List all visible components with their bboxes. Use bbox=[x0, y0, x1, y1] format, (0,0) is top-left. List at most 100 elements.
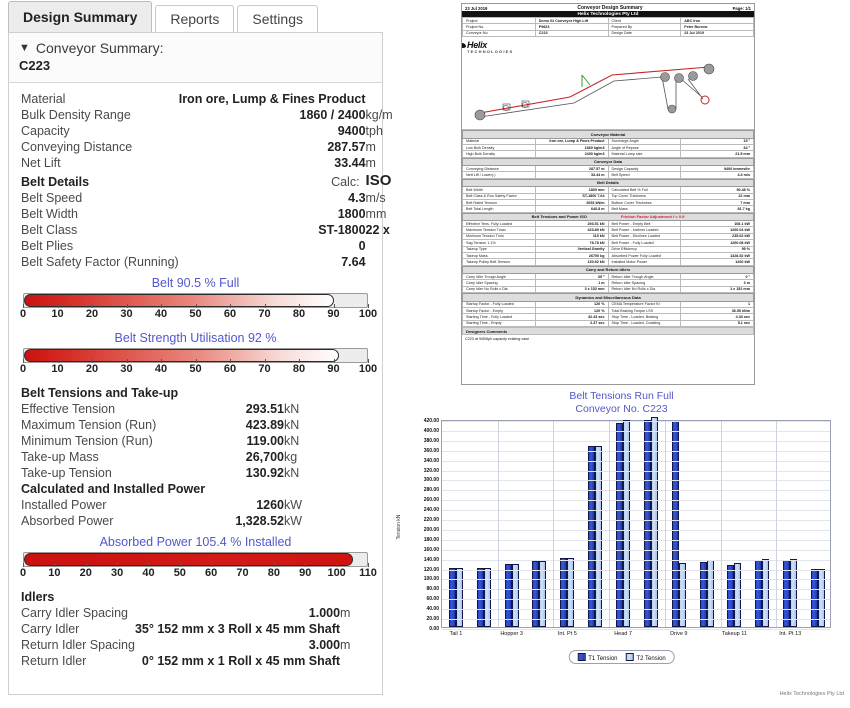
chart-bar-t2[interactable] bbox=[455, 567, 463, 627]
legend-item-t2[interactable]: T2 Tension bbox=[625, 652, 666, 662]
table-row: Belt Plies 0 bbox=[21, 238, 426, 254]
row-label: Bulk Density Range bbox=[21, 108, 131, 122]
chevron-down-icon[interactable]: ▼ bbox=[19, 42, 30, 54]
table-row: Idlers bbox=[21, 589, 370, 605]
table-row: Absorbed Power 1,328.52 kW bbox=[21, 513, 370, 529]
row-value: 423.89 bbox=[245, 418, 284, 432]
chart-y-tick-label: 360.00 bbox=[423, 447, 439, 454]
gauge-tick-label: 40 bbox=[142, 567, 155, 579]
tab-strip: Design Summary Reports Settings bbox=[8, 0, 321, 33]
tab-settings[interactable]: Settings bbox=[237, 5, 318, 33]
gauge-tick-label: 90 bbox=[327, 363, 340, 375]
section-title: Belt Tensions and Power ISO Friction Fact… bbox=[462, 212, 754, 222]
table-row: Takeup Pulley Belt Tension 130.92 kN Insta… bbox=[462, 258, 754, 266]
chart-bar-t1[interactable] bbox=[616, 422, 624, 627]
chart-bar-t2[interactable] bbox=[483, 567, 491, 627]
gauge-tick-label: 40 bbox=[154, 308, 168, 320]
chart-bar-t1[interactable] bbox=[671, 421, 679, 627]
row-value: 0° 152 mm x 1 Roll x 45 mm Shaft bbox=[141, 654, 341, 668]
row-key: Return Idler No Rolls x Dia bbox=[607, 285, 682, 294]
panel-header[interactable]: ▼ Conveyor Summary: C223 bbox=[9, 33, 382, 83]
row-value: 3.000 bbox=[308, 638, 341, 652]
chart-y-tick-label: 400.00 bbox=[423, 427, 439, 434]
chart-bar-t1[interactable] bbox=[504, 563, 512, 627]
row-unit: m bbox=[340, 606, 351, 620]
chart-gridline bbox=[442, 421, 830, 422]
table-row: Belt Safety Factor (Running) 7.64 bbox=[21, 254, 426, 270]
table-row: Belt Width 1800 mm bbox=[21, 206, 426, 222]
table-row: Belt Details bbox=[462, 178, 754, 188]
row-value: 1800 bbox=[337, 207, 366, 221]
report-document[interactable]: 23 Jul 2019 Conveyor Design Summary Page… bbox=[461, 3, 755, 385]
row-key: Installed Motor Power bbox=[607, 258, 682, 266]
row-unit: kW bbox=[284, 498, 303, 512]
chart-bar-group bbox=[721, 562, 749, 627]
chart-x-tick-label: Hopper 3 bbox=[500, 631, 523, 637]
chart-subtitle: Conveyor No. C223 bbox=[575, 403, 668, 415]
gauge-tick-label: 70 bbox=[258, 363, 271, 375]
row-key: Nett Lift / Lower(-) bbox=[462, 171, 536, 179]
row-value: 9400 bbox=[337, 124, 366, 138]
gauge-fill bbox=[24, 349, 340, 362]
gauge-tick-label: 0 bbox=[19, 363, 27, 375]
chart-bar-t2[interactable] bbox=[650, 417, 658, 627]
chart-plot-area: Tension kN 0.00 20.00 40.00 60.00 80.00 100.0… bbox=[396, 417, 831, 637]
absorbed-power-gauge bbox=[23, 552, 368, 567]
chart-bar-t1[interactable] bbox=[727, 564, 735, 627]
chart-gridline bbox=[442, 500, 830, 502]
table-row: Net Lift 33.44 m bbox=[21, 155, 426, 171]
row-label: Effective Tension bbox=[21, 402, 116, 416]
row-label: Belt Width bbox=[21, 207, 78, 221]
chart-gridline bbox=[442, 609, 830, 611]
chart-gridline bbox=[442, 579, 830, 581]
chart-bar-t1[interactable] bbox=[560, 557, 568, 627]
chart-y-tick-label: 380.00 bbox=[423, 437, 439, 444]
gauge-fill bbox=[24, 294, 335, 307]
row-value: 130.92 kN bbox=[534, 258, 609, 266]
row-value: 130.92 bbox=[245, 466, 284, 480]
row-unit: kN bbox=[284, 434, 300, 448]
gauge-tick-label: 30 bbox=[110, 567, 124, 579]
row-value: 1260 kW bbox=[680, 258, 754, 266]
chart-bar-t2[interactable] bbox=[539, 561, 547, 627]
chart-gridline bbox=[442, 629, 830, 630]
row-value: 26,700 bbox=[245, 450, 284, 464]
tab-design-summary[interactable]: Design Summary bbox=[8, 1, 153, 33]
chart-bar-t1[interactable] bbox=[476, 567, 484, 627]
row-unit bbox=[340, 653, 370, 669]
row-label: Carry Idler Spacing bbox=[21, 606, 128, 620]
chart-bar-t2[interactable] bbox=[567, 557, 575, 627]
gauge-tick-label: 70 bbox=[236, 567, 249, 579]
gauge-tick-label: 80 bbox=[292, 308, 306, 320]
row-unit: kN bbox=[284, 418, 300, 432]
gauge-tick-label: 90 bbox=[327, 308, 340, 320]
chart-gridline bbox=[442, 470, 830, 472]
absorbed-power-caption: Absorbed Power 105.4 % Installed bbox=[99, 535, 292, 549]
row-label: Installed Power bbox=[21, 498, 107, 512]
table-row: Calculated and Installed Power bbox=[21, 481, 370, 497]
section-title: Dynamics and Miscellaneous Data bbox=[462, 293, 754, 302]
section-note: Friction Factor Adjustment f = 0.9 bbox=[620, 214, 685, 220]
report-section-table: Belt Details Belt Width 1800 mm Calculated … bbox=[462, 178, 754, 213]
chart-gridline bbox=[442, 589, 830, 591]
chart-gridline bbox=[442, 599, 830, 601]
chart-y-tick-label: 420.00 bbox=[423, 418, 439, 424]
row-unit bbox=[340, 621, 370, 637]
panel-title: Conveyor Summary: bbox=[35, 40, 164, 56]
chart-bar-t2[interactable] bbox=[678, 562, 686, 627]
table-row: Material Iron ore, Lump & Fines Product bbox=[21, 91, 426, 107]
design-summary-pane: Design Summary Reports Settings ▼ Convey… bbox=[0, 0, 426, 708]
chart-bar-t1[interactable] bbox=[532, 561, 540, 627]
row-value: ST-1800 bbox=[318, 223, 366, 237]
row-value: 33.44 bbox=[334, 156, 366, 170]
table-row: Minimum Tension (Run) 119.00 kN bbox=[21, 433, 370, 449]
table-row: Starting Time - Empty 2.37 sec Stop Time -… bbox=[462, 319, 754, 328]
chart-bar-t2[interactable] bbox=[511, 563, 519, 627]
chart-bar-t1[interactable] bbox=[699, 562, 707, 627]
meta-key: Design Date bbox=[607, 29, 682, 38]
legend-item-t1[interactable]: T1 Tension bbox=[577, 652, 618, 662]
chart-bar-t2[interactable] bbox=[734, 562, 742, 627]
row-unit: m bbox=[340, 638, 351, 652]
tab-reports[interactable]: Reports bbox=[155, 5, 235, 33]
belt-full-gauge-ticks: 0 10 20 30 40 50 60 70 80 90 100 bbox=[20, 304, 377, 325]
